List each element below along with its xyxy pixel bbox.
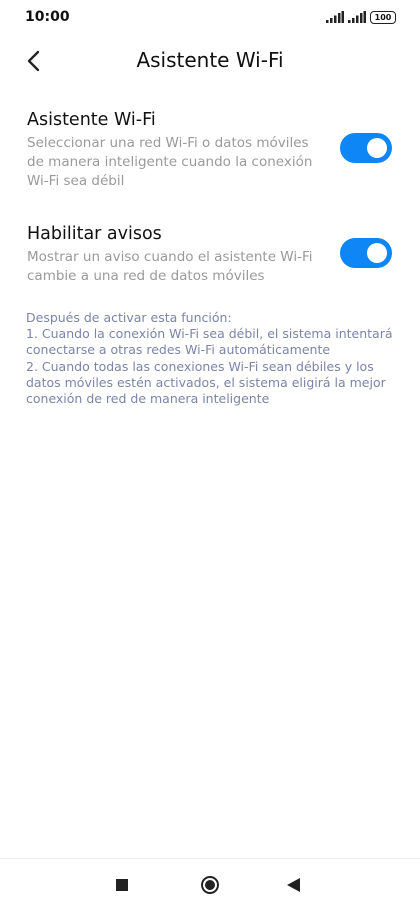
info-heading: Después de activar esta función: xyxy=(26,310,232,325)
battery-icon: 100 xyxy=(370,11,396,24)
header: Asistente Wi-Fi xyxy=(0,38,420,82)
enable-notices-toggle[interactable] xyxy=(340,238,392,268)
toggle-knob xyxy=(367,243,387,263)
setting-description: Seleccionar una red Wi-Fi o datos móvile… xyxy=(27,135,313,189)
toggle-knob xyxy=(367,138,387,158)
signal-icon xyxy=(326,11,344,23)
status-time: 10:00 xyxy=(25,9,70,25)
setting-enable-notices[interactable]: Habilitar avisos Mostrar un aviso cuando… xyxy=(0,224,420,286)
info-item-2: 2. Cuando todas las conexiones Wi-Fi sea… xyxy=(26,358,386,407)
info-text: Después de activar esta función: 1. Cuan… xyxy=(26,310,398,407)
setting-wifi-assistant[interactable]: Asistente Wi-Fi Seleccionar una red Wi-F… xyxy=(0,110,420,192)
setting-title: Asistente Wi-Fi xyxy=(27,110,156,130)
home-icon[interactable] xyxy=(201,876,219,894)
status-bar: 10:00 100 xyxy=(0,0,420,36)
signal-icon xyxy=(348,11,366,23)
recents-icon[interactable] xyxy=(116,879,128,891)
info-item-1: 1. Cuando la conexión Wi-Fi sea débil, e… xyxy=(26,326,393,358)
wifi-assistant-toggle[interactable] xyxy=(340,133,392,163)
page-title: Asistente Wi-Fi xyxy=(136,48,284,72)
setting-description: Mostrar un aviso cuando el asistente Wi-… xyxy=(27,249,313,284)
navigation-bar xyxy=(0,858,420,911)
setting-title: Habilitar avisos xyxy=(27,224,162,244)
back-icon[interactable] xyxy=(287,878,300,892)
home-icon-inner xyxy=(205,880,215,890)
